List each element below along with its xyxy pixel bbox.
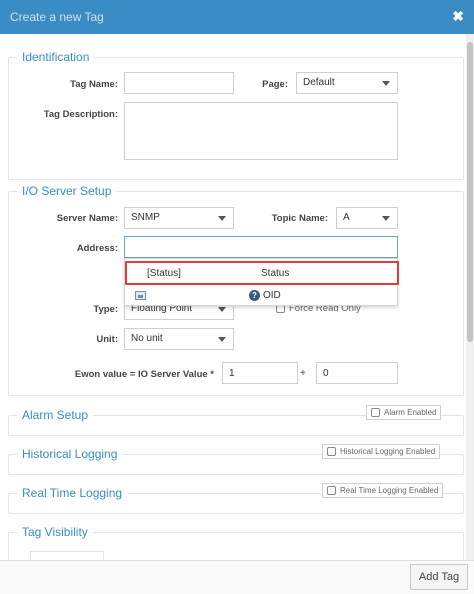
page-select[interactable]: Default: [296, 72, 398, 94]
alarm-enabled-label: Alarm Enabled: [384, 408, 437, 417]
visibility-control-stub[interactable]: [30, 551, 104, 560]
chevron-down-icon: [382, 216, 390, 221]
help-icon[interactable]: ?: [249, 290, 260, 301]
address-suggestions-dropdown: [Status] Status ? OID: [124, 258, 399, 306]
multiplier-input[interactable]: [222, 362, 298, 384]
unit-value: No unit: [131, 333, 163, 344]
page-select-value: Default: [303, 77, 335, 88]
dialog-title-bar: Create a new Tag ✖: [0, 0, 474, 34]
address-label: Address:: [76, 243, 118, 254]
suggestion-name: [Status]: [147, 268, 181, 279]
dialog-footer: Add Tag: [0, 560, 474, 594]
unit-select[interactable]: No unit: [124, 328, 234, 350]
alarm-enabled-checkbox[interactable]: [371, 408, 380, 417]
tag-name-label: Tag Name:: [70, 79, 118, 90]
page-label: Page:: [262, 79, 288, 90]
tag-name-input[interactable]: [124, 72, 234, 94]
tag-visibility-legend: Tag Visibility: [22, 525, 88, 539]
alarm-enabled-toggle[interactable]: Alarm Enabled: [366, 405, 442, 420]
server-name-select[interactable]: SNMP: [124, 207, 234, 229]
real-time-logging-legend: Real Time Logging: [22, 486, 123, 500]
server-name-value: SNMP: [131, 212, 160, 223]
scrollbar-thumb[interactable]: [467, 42, 473, 342]
type-label: Type:: [93, 304, 118, 315]
historical-logging-legend: Historical Logging: [22, 447, 118, 461]
dialog-title: Create a new Tag: [10, 10, 104, 24]
real-time-logging-checkbox[interactable]: [327, 486, 336, 495]
server-name-label: Server Name:: [56, 213, 118, 224]
add-tag-button[interactable]: Add Tag: [410, 564, 468, 590]
ewon-value-label: Ewon value = IO Server Value *: [74, 369, 214, 380]
image-icon[interactable]: [135, 291, 146, 300]
alarm-setup-legend: Alarm Setup: [22, 408, 89, 422]
topic-name-select[interactable]: A: [336, 207, 398, 229]
identification-legend: Identification: [22, 50, 90, 64]
oid-label: OID: [263, 290, 281, 301]
address-input[interactable]: [124, 236, 398, 258]
historical-logging-toggle[interactable]: Historical Logging Enabled: [322, 444, 441, 459]
chevron-down-icon: [382, 81, 390, 86]
offset-input[interactable]: [316, 362, 398, 384]
topic-name-value: A: [343, 212, 350, 223]
chevron-down-icon: [218, 216, 226, 221]
historical-logging-checkbox[interactable]: [327, 447, 336, 456]
real-time-logging-label: Real Time Logging Enabled: [340, 486, 439, 495]
io-server-legend: I/O Server Setup: [22, 184, 112, 198]
historical-logging-label: Historical Logging Enabled: [340, 447, 436, 456]
suggestion-row-status[interactable]: [Status] Status: [125, 261, 399, 285]
chevron-down-icon: [218, 337, 226, 342]
real-time-logging-toggle[interactable]: Real Time Logging Enabled: [322, 483, 444, 498]
close-icon[interactable]: ✖: [452, 8, 464, 25]
topic-name-label: Topic Name:: [271, 213, 328, 224]
chevron-down-icon: [218, 307, 226, 312]
tag-description-label: Tag Description:: [43, 109, 118, 120]
suggestion-description: Status: [261, 268, 290, 279]
dropdown-footer: ? OID: [125, 287, 399, 305]
plus-sign: +: [300, 368, 306, 379]
unit-label: Unit:: [96, 334, 118, 345]
tag-description-input[interactable]: [124, 102, 398, 160]
